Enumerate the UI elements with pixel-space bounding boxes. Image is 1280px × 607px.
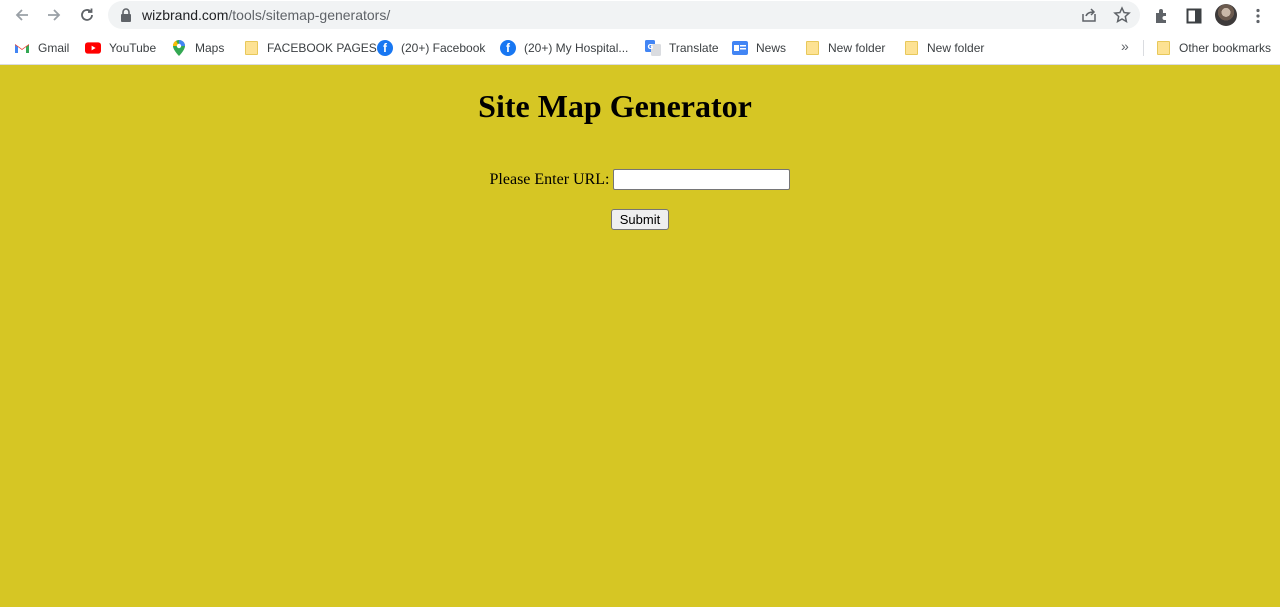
gmail-icon bbox=[14, 40, 30, 56]
url-path: /tools/sitemap-generators/ bbox=[228, 7, 391, 23]
forward-arrow-icon bbox=[48, 9, 61, 21]
url-text: wizbrand.com/tools/sitemap-generators/ bbox=[142, 7, 390, 23]
folder-icon bbox=[243, 40, 259, 56]
bookmark-label: New folder bbox=[927, 41, 985, 55]
lock-icon bbox=[121, 8, 131, 22]
svg-text:G: G bbox=[648, 43, 654, 51]
url-label: Please Enter URL: bbox=[489, 170, 610, 188]
maps-icon bbox=[171, 40, 187, 56]
back-button[interactable] bbox=[10, 3, 34, 27]
translate-icon: G bbox=[645, 40, 661, 56]
puzzle-icon bbox=[1156, 9, 1166, 23]
bookmark-label: Other bookmarks bbox=[1179, 41, 1272, 55]
facebook-icon: f bbox=[377, 40, 393, 56]
url-input[interactable] bbox=[613, 169, 791, 190]
back-arrow-icon bbox=[15, 9, 28, 21]
bookmark-label: Translate bbox=[669, 41, 719, 55]
page-content: Site Map Generator Please Enter URL: Sub… bbox=[0, 66, 1280, 607]
bookmark-youtube[interactable]: YouTube bbox=[85, 38, 156, 58]
reload-button[interactable] bbox=[75, 3, 99, 27]
extensions-button[interactable] bbox=[1150, 4, 1174, 28]
bookmark-label: Gmail bbox=[38, 41, 70, 55]
bookmark-new-folder-2[interactable]: New folder bbox=[903, 38, 984, 58]
browser-toolbar: wizbrand.com/tools/sitemap-generators/ bbox=[0, 0, 1280, 31]
profile-avatar[interactable] bbox=[1215, 4, 1237, 26]
side-panel-button[interactable] bbox=[1182, 4, 1206, 28]
forward-button[interactable] bbox=[42, 3, 66, 27]
facebook-icon: f bbox=[500, 40, 516, 56]
youtube-icon bbox=[85, 40, 101, 56]
news-icon bbox=[732, 40, 748, 56]
bookmark-gmail[interactable]: Gmail bbox=[14, 38, 69, 58]
bookmarks-overflow-chevron-icon[interactable]: » bbox=[1121, 38, 1129, 54]
bookmark-new-folder-1[interactable]: New folder bbox=[804, 38, 885, 58]
bookmark-translate[interactable]: G Translate bbox=[645, 38, 719, 58]
bookmark-facebook[interactable]: f (20+) Facebook bbox=[377, 38, 485, 58]
folder-icon bbox=[804, 40, 820, 56]
reload-icon bbox=[81, 8, 93, 21]
bookmark-other-bookmarks[interactable]: Other bookmarks bbox=[1155, 38, 1271, 58]
side-panel-icon bbox=[1186, 8, 1202, 24]
bookmark-label: YouTube bbox=[109, 41, 157, 55]
address-bar[interactable]: wizbrand.com/tools/sitemap-generators/ bbox=[108, 1, 1140, 29]
folder-icon bbox=[1155, 40, 1171, 56]
bookmark-label: (20+) My Hospital... bbox=[524, 41, 629, 55]
folder-icon bbox=[903, 40, 919, 56]
bookmarks-bar: Gmail YouTube Maps FACEBOOK PAGES f (20+… bbox=[0, 31, 1280, 65]
bookmarks-divider bbox=[1143, 40, 1144, 56]
menu-button[interactable] bbox=[1246, 4, 1270, 28]
bookmark-label: New folder bbox=[828, 41, 886, 55]
bookmark-facebook-pages[interactable]: FACEBOOK PAGES bbox=[243, 38, 377, 58]
url-domain: wizbrand.com bbox=[142, 7, 229, 23]
bookmark-label: (20+) Facebook bbox=[401, 41, 486, 55]
bookmark-my-hospital[interactable]: f (20+) My Hospital... bbox=[500, 38, 628, 58]
submit-button[interactable]: Submit bbox=[611, 209, 669, 230]
page-title: Site Map Generator bbox=[478, 88, 752, 124]
bookmark-label: Maps bbox=[195, 41, 225, 55]
bookmark-news[interactable]: News bbox=[732, 38, 786, 58]
share-icon[interactable] bbox=[1080, 6, 1098, 24]
url-form-row: Please Enter URL: bbox=[0, 169, 1280, 190]
bookmark-star-icon[interactable] bbox=[1113, 6, 1131, 24]
bookmark-label: FACEBOOK PAGES bbox=[267, 41, 377, 55]
bookmark-maps[interactable]: Maps bbox=[171, 38, 224, 58]
kebab-menu-icon bbox=[1256, 8, 1260, 24]
bookmark-label: News bbox=[756, 41, 787, 55]
